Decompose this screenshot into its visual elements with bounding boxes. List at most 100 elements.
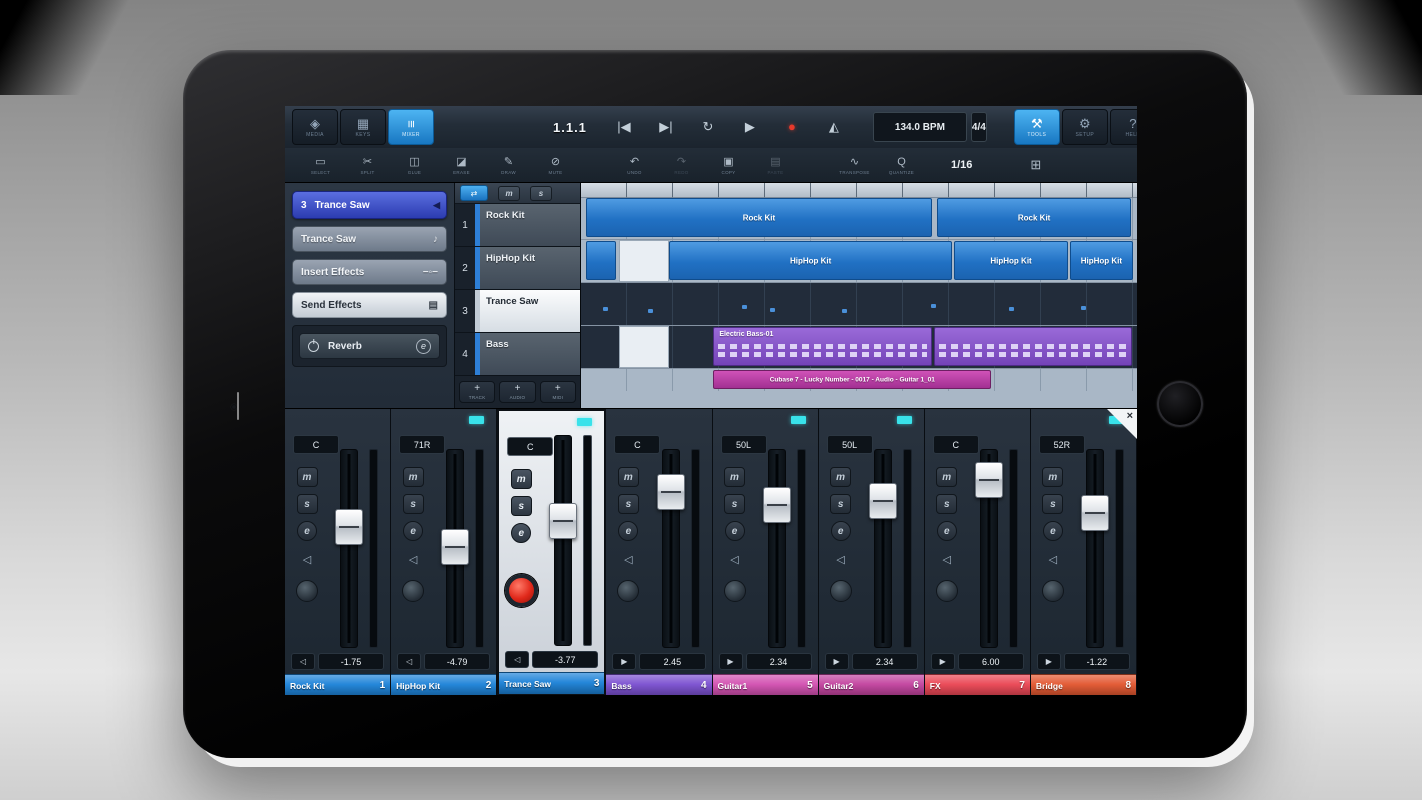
solo-button[interactable]: s (296, 494, 318, 514)
fader-handle[interactable] (762, 487, 791, 524)
mixer-channel-5[interactable]: 50L m s e ◁ ▶ 2.34 Guitar1 5 (712, 409, 819, 695)
speaker-icon[interactable]: ◁ (409, 553, 417, 566)
channel-name-bar[interactable]: Guitar2 6 (818, 674, 924, 695)
track-row-3[interactable]: 3 Trance Saw (455, 290, 580, 333)
toolbar-erase[interactable]: ◪ ERASE (438, 156, 485, 175)
toolbar-glue[interactable]: ◫ GLUE (391, 156, 438, 175)
mixer-button[interactable]: ≡ MIXER (388, 109, 434, 145)
record-arm-button[interactable] (504, 574, 538, 607)
mute-button[interactable]: m (402, 467, 424, 487)
speaker-icon[interactable]: ◁ (943, 553, 951, 566)
solo-button[interactable]: s (724, 494, 745, 514)
toolbar-paste[interactable]: ▤ PASTE (752, 156, 799, 175)
speaker-icon[interactable]: ◁ (303, 553, 311, 566)
send-effects-button[interactable]: Send Effects ▤ (292, 292, 447, 318)
forward-button[interactable]: ▶| (651, 119, 681, 135)
setup-button[interactable]: ⚙ SETUP (1061, 109, 1108, 145)
home-button[interactable] (1157, 381, 1203, 427)
monitor-button[interactable] (1041, 580, 1064, 602)
fader-track[interactable] (762, 449, 791, 648)
speaker-icon[interactable]: ◁ (836, 553, 844, 566)
mixer-channel-7[interactable]: Cm s e ◁ ▶ 6.00 FX 7 (924, 409, 1031, 695)
fader-handle[interactable] (549, 502, 578, 539)
mixer-channel-6[interactable]: 50L m s e ◁ ▶ 2.34 Guitar2 6 (818, 409, 925, 695)
clip[interactable]: Rock Kit (936, 198, 1132, 237)
insert-effects-button[interactable]: Insert Effects −◦− (292, 259, 447, 285)
collapse-icon[interactable]: ◀ (433, 200, 440, 211)
mixer-channel-2[interactable]: 71R m s e ◁ ◁ -4.79 HipHop Kit 2 (391, 409, 498, 695)
cycle-button[interactable]: ↻ (693, 119, 723, 135)
fader-track[interactable] (549, 435, 578, 646)
mute-button[interactable]: m (936, 467, 958, 487)
fader-track[interactable] (868, 449, 897, 648)
reverb-button[interactable]: Reverb e (299, 333, 440, 359)
pan-display[interactable]: 50L (720, 435, 767, 454)
toolbar-redo[interactable]: ↷ REDO (658, 156, 705, 175)
channel-name-bar[interactable]: Rock Kit 1 (285, 674, 391, 695)
selected-track-button[interactable]: 3 Trance Saw ◀ (292, 191, 447, 219)
clip[interactable]: Cubase 7 - Lucky Number - 0017 - Audio -… (713, 370, 992, 389)
rewind-button[interactable]: |◀ (609, 119, 639, 135)
tempo-display[interactable]: 134.0 BPM (872, 112, 967, 142)
record-button[interactable]: ● (777, 119, 807, 135)
track-lane-5[interactable]: Cubase 7 - Lucky Number - 0017 - Audio -… (581, 369, 1137, 391)
monitor-button[interactable] (402, 580, 425, 602)
add-audio-button[interactable]: + AUDIO (499, 381, 536, 403)
monitor-button[interactable] (296, 580, 318, 602)
channel-name-bar[interactable]: Bass 4 (606, 674, 712, 695)
track-row-4[interactable]: 4 Bass (455, 333, 580, 376)
pan-display[interactable]: 52R (1038, 435, 1085, 454)
track-lane-2[interactable]: HipHop Kit HipHop Kit HipHop Kit (581, 240, 1137, 283)
grid-value[interactable]: 1/16 (951, 159, 972, 171)
mute-button[interactable]: m (724, 467, 745, 487)
clip[interactable] (933, 327, 1132, 366)
solo-column-header[interactable]: s (530, 185, 552, 201)
pan-display[interactable]: C (614, 435, 661, 454)
play-icon[interactable]: ▶ (930, 653, 955, 670)
edit-button[interactable]: e (830, 521, 851, 541)
fader-handle[interactable] (335, 509, 364, 546)
mixer-channel-4[interactable]: Cm s e ◁ ▶ 2.45 Bass 4 (606, 409, 713, 695)
speaker-icon[interactable]: ◁ (397, 653, 422, 670)
fader-handle[interactable] (974, 461, 1003, 498)
toolbar-undo[interactable]: ↶ UNDO (611, 156, 658, 175)
fader-track[interactable] (1081, 449, 1109, 648)
mute-button[interactable]: m (510, 469, 532, 489)
channel-name-bar[interactable]: Trance Saw 3 (499, 672, 605, 694)
monitor-button[interactable] (617, 580, 640, 602)
pan-display[interactable]: C (932, 435, 979, 454)
edit-button[interactable]: e (936, 521, 957, 541)
clip[interactable]: Electric Bass-01 (713, 327, 932, 366)
solo-button[interactable]: s (402, 494, 424, 514)
track-lane-3[interactable] (581, 283, 1137, 326)
fader-handle[interactable] (868, 483, 897, 520)
clip[interactable]: HipHop Kit (669, 241, 952, 280)
clip[interactable] (586, 241, 617, 280)
solo-button[interactable]: s (1042, 494, 1064, 514)
mute-column-header[interactable]: m (498, 185, 520, 201)
fader-track[interactable] (441, 449, 470, 648)
pan-display[interactable]: C (507, 437, 554, 456)
grid-icon[interactable]: ⊞ (1030, 157, 1041, 173)
tools-button[interactable]: ⚒ TOOLS (1013, 109, 1060, 145)
toolbar-transpose[interactable]: ∿ TRANSPOSE (831, 156, 878, 175)
edit-button[interactable]: e (618, 521, 639, 541)
pan-display[interactable]: C (293, 435, 339, 454)
fader-track[interactable] (974, 449, 1003, 648)
speaker-icon[interactable]: ◁ (624, 553, 632, 566)
solo-button[interactable]: s (510, 496, 532, 516)
channel-name-bar[interactable]: Guitar1 5 (712, 674, 818, 695)
play-icon[interactable]: ▶ (718, 653, 743, 670)
timeline-ruler[interactable] (581, 183, 1137, 198)
add-midi-button[interactable]: + MIDI (539, 381, 576, 403)
channel-name-bar[interactable]: HipHop Kit 2 (391, 674, 497, 695)
mute-button[interactable]: m (617, 467, 639, 487)
instrument-button[interactable]: Trance Saw ♪ (292, 226, 447, 252)
speaker-icon[interactable]: ◁ (291, 653, 315, 670)
play-icon[interactable]: ▶ (824, 653, 849, 670)
toolbar-draw[interactable]: ✎ DRAW (485, 156, 532, 175)
media-button[interactable]: ◈ MEDIA (292, 109, 338, 145)
edit-button[interactable]: e (724, 521, 745, 541)
pan-display[interactable]: 71R (399, 435, 446, 454)
mute-button[interactable]: m (296, 467, 318, 487)
